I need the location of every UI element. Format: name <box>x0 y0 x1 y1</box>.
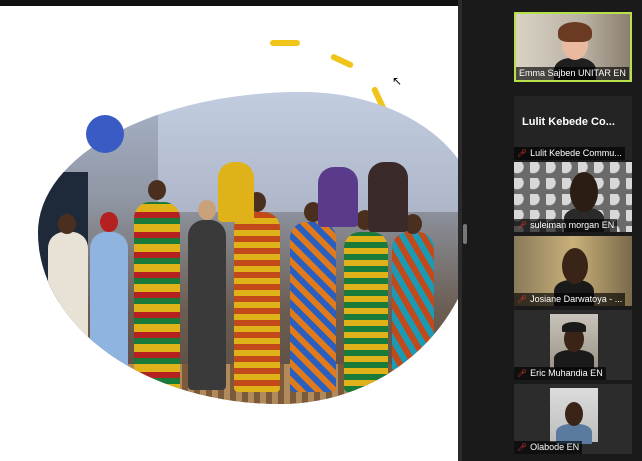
video-tile-suleiman[interactable]: 🎤︎ suleiman morgan EN <box>514 162 632 232</box>
participants-panel: Emma Sajben UNITAR EN Lulit Kebede Co...… <box>504 0 642 461</box>
person-head <box>58 214 76 234</box>
participant-name-large: Lulit Kebede Co... <box>522 116 615 128</box>
person <box>188 220 226 390</box>
participant-name: 🎤︎ Lulit Kebede Commu... <box>514 147 625 160</box>
participant-name: 🎤︎ Eric Muhandia EN <box>514 367 606 380</box>
person <box>318 167 358 227</box>
person <box>134 202 180 392</box>
person <box>90 232 128 392</box>
muted-mic-icon: 🎤︎ <box>517 295 528 304</box>
name-strip-lulit: 🎤︎ Lulit Kebede Commu... <box>514 140 632 160</box>
participant-face <box>570 172 598 212</box>
participant-name: 🎤︎ Josiane Darwatoya - ... <box>514 293 626 306</box>
video-tile-eric[interactable]: 🎤︎ Eric Muhandia EN <box>514 310 632 380</box>
video-tile-emma[interactable]: Emma Sajben UNITAR EN <box>514 12 632 82</box>
blue-circle-decoration <box>86 115 124 153</box>
person <box>234 212 280 392</box>
video-tile-olabode[interactable]: 🎤︎ Olabode EN <box>514 384 632 454</box>
person <box>368 162 408 232</box>
participant-face <box>562 248 588 284</box>
top-bar <box>0 0 458 6</box>
muted-mic-icon: 🎤︎ <box>517 369 528 378</box>
participant-hair <box>558 22 592 42</box>
muted-mic-icon: 🎤︎ <box>517 443 528 452</box>
video-tile-josiane[interactable]: 🎤︎ Josiane Darwatoya - ... <box>514 236 632 306</box>
mouse-cursor-icon: ↖ <box>392 74 403 88</box>
person <box>48 232 88 382</box>
muted-mic-icon: 🎤︎ <box>517 221 528 230</box>
person <box>218 162 254 222</box>
shared-screen: ↖ <box>0 0 458 461</box>
person <box>392 232 434 392</box>
panel-divider <box>458 0 462 461</box>
resize-handle[interactable] <box>463 224 467 244</box>
participant-name: 🎤︎ Olabode EN <box>514 441 583 454</box>
yellow-dash-decoration <box>329 53 355 69</box>
person <box>290 222 336 392</box>
participant-cap <box>562 322 586 332</box>
person-head <box>100 212 118 232</box>
participant-face <box>565 402 583 426</box>
participant-name: 🎤︎ suleiman morgan EN <box>514 219 618 232</box>
muted-mic-icon: 🎤︎ <box>517 149 528 158</box>
yellow-dash-decoration <box>270 40 300 46</box>
person <box>344 232 388 392</box>
person-head <box>198 200 216 220</box>
person-head <box>148 180 166 200</box>
participant-name: Emma Sajben UNITAR EN <box>516 67 629 80</box>
photo-backdrop <box>158 92 458 212</box>
